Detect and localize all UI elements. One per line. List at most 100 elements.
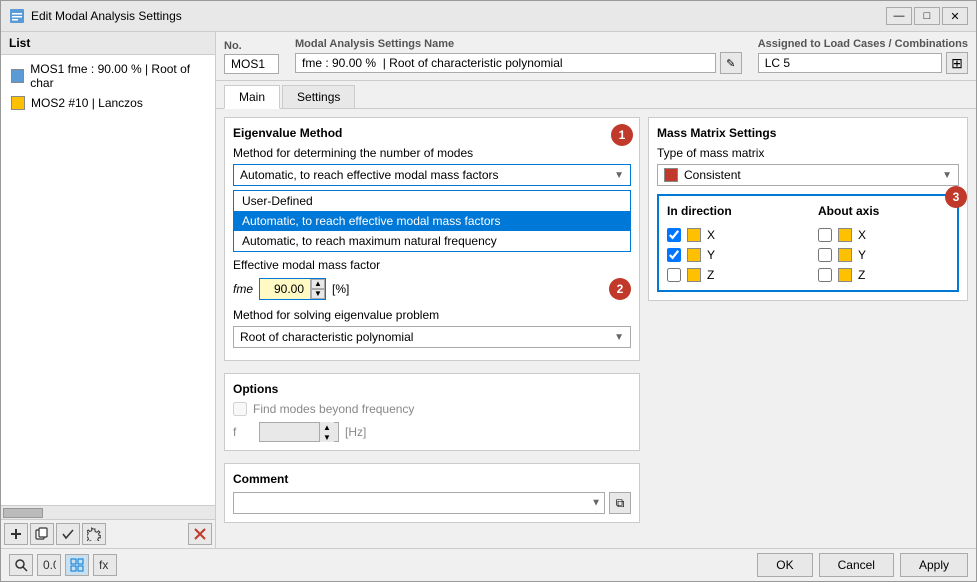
- eigenvalue-section: Eigenvalue Method 1 Method for determini…: [224, 117, 640, 361]
- direction-y-checkbox[interactable]: [667, 248, 681, 262]
- assigned-grid-button[interactable]: ⊞: [946, 52, 968, 74]
- options-title: Options: [233, 382, 631, 396]
- edit-name-button[interactable]: ✎: [720, 52, 742, 74]
- mass-type-dropdown[interactable]: Consistent ▼: [657, 164, 959, 186]
- dropdown-item[interactable]: Automatic, to reach maximum natural freq…: [234, 231, 630, 251]
- apply-button[interactable]: Apply: [900, 553, 968, 577]
- grid-button[interactable]: [65, 554, 89, 576]
- titlebar: Edit Modal Analysis Settings — □ ✕: [1, 1, 976, 32]
- direction-z-row: Z: [667, 268, 798, 282]
- badge-3: 3: [945, 186, 967, 208]
- name-label: Modal Analysis Settings Name: [295, 38, 742, 50]
- options-section: Options Find modes beyond frequency f ▲: [224, 373, 640, 451]
- fme-section: Effective modal mass factor fme 90.00 ▲ …: [233, 258, 631, 300]
- list-items: MOS1 fme : 90.00 % | Root of char MOS2 #…: [1, 55, 215, 284]
- frequency-input[interactable]: ▲ ▼: [259, 422, 339, 442]
- window-controls: — □ ✕: [886, 7, 968, 25]
- chevron-down-icon: ▼: [614, 170, 624, 181]
- add-button[interactable]: [4, 523, 28, 545]
- main-window: Edit Modal Analysis Settings — □ ✕ List …: [0, 0, 977, 582]
- freq-down-button[interactable]: ▼: [320, 432, 334, 442]
- no-label: No.: [224, 40, 279, 52]
- comment-input[interactable]: [233, 492, 605, 514]
- fme-label: fme: [233, 282, 253, 296]
- axis-x-label: X: [858, 228, 866, 242]
- cancel-button[interactable]: Cancel: [819, 553, 894, 577]
- right-panel: No. MOS1 Modal Analysis Settings Name ✎ …: [216, 32, 976, 548]
- find-modes-checkbox[interactable]: [233, 402, 247, 416]
- mass-matrix-section: Mass Matrix Settings Type of mass matrix…: [648, 117, 968, 301]
- minimize-button[interactable]: —: [886, 7, 912, 25]
- delete-button[interactable]: [188, 523, 212, 545]
- fme-unit: [%]: [332, 282, 349, 296]
- assigned-field-row: ⊞: [758, 52, 968, 74]
- eigenvalue-title: Eigenvalue Method: [233, 126, 631, 140]
- in-direction-header: In direction: [667, 204, 798, 218]
- maximize-button[interactable]: □: [914, 7, 940, 25]
- dialog-buttons: OK Cancel Apply: [757, 553, 968, 577]
- list-item[interactable]: MOS1 fme : 90.00 % | Root of char: [5, 59, 211, 93]
- comment-input-wrapper: ▼: [233, 492, 605, 514]
- fme-up-button[interactable]: ▲: [311, 279, 325, 289]
- about-axis-col: About axis X Y: [818, 204, 949, 282]
- direction-x-checkbox[interactable]: [667, 228, 681, 242]
- assigned-label: Assigned to Load Cases / Combinations: [758, 38, 968, 50]
- dropdown-item[interactable]: User-Defined: [234, 191, 630, 211]
- freq-up-button[interactable]: ▲: [320, 422, 334, 432]
- comment-row: ▼ ⧉: [233, 492, 631, 514]
- axis-z-checkbox[interactable]: [818, 268, 832, 282]
- number-button[interactable]: 0.00: [37, 554, 61, 576]
- method-label: Method for determining the number of mod…: [233, 146, 631, 160]
- settings-button[interactable]: [82, 523, 106, 545]
- scrollbar-thumb[interactable]: [3, 508, 43, 518]
- consistent-color: [664, 168, 678, 182]
- horizontal-scrollbar[interactable]: [1, 505, 215, 519]
- duplicate-button[interactable]: [30, 523, 54, 545]
- solving-dropdown[interactable]: Root of characteristic polynomial ▼: [233, 326, 631, 348]
- axis-y-label: Y: [858, 248, 866, 262]
- fme-row: fme 90.00 ▲ ▼ [%] 2: [233, 278, 631, 300]
- svg-text:0.00: 0.00: [43, 558, 56, 572]
- ok-button[interactable]: OK: [757, 553, 812, 577]
- check-button[interactable]: [56, 523, 80, 545]
- type-label: Type of mass matrix: [657, 146, 959, 160]
- consistent-row: Consistent: [664, 168, 741, 182]
- no-group: No. MOS1: [224, 40, 279, 74]
- top-info: No. MOS1 Modal Analysis Settings Name ✎ …: [216, 32, 976, 81]
- formula-button[interactable]: fx: [93, 554, 117, 576]
- main-content: List MOS1 fme : 90.00 % | Root of char M…: [1, 32, 976, 548]
- direction-z-checkbox[interactable]: [667, 268, 681, 282]
- chevron-down-icon: ▼: [614, 332, 624, 343]
- assigned-input[interactable]: [758, 53, 942, 73]
- method-dropdown[interactable]: Automatic, to reach effective modal mass…: [233, 164, 631, 186]
- fme-down-button[interactable]: ▼: [311, 289, 325, 299]
- axis-x-checkbox[interactable]: [818, 228, 832, 242]
- name-input[interactable]: [295, 53, 716, 73]
- copy-icon: ⧉: [616, 496, 625, 511]
- tab-main[interactable]: Main: [224, 85, 280, 109]
- mass-matrix-title: Mass Matrix Settings: [657, 126, 959, 140]
- name-field-row: ✎: [295, 52, 742, 74]
- list-toolbar: [1, 519, 215, 548]
- list-item[interactable]: MOS2 #10 | Lanczos: [5, 93, 211, 113]
- find-modes-row: Find modes beyond frequency: [233, 402, 631, 416]
- axis-x-row: X: [818, 228, 949, 242]
- axis-x-color: [838, 228, 852, 242]
- tabs: Main Settings: [216, 81, 976, 109]
- method-dropdown-list: User-Defined Automatic, to reach effecti…: [233, 190, 631, 252]
- name-group: Modal Analysis Settings Name ✎: [295, 38, 742, 74]
- solving-dropdown-value: Root of characteristic polynomial: [240, 330, 413, 344]
- list-item-label: MOS1 fme : 90.00 % | Root of char: [30, 62, 205, 90]
- search-button[interactable]: [9, 554, 33, 576]
- comment-copy-button[interactable]: ⧉: [609, 492, 631, 514]
- close-button[interactable]: ✕: [942, 7, 968, 25]
- axis-y-checkbox[interactable]: [818, 248, 832, 262]
- direction-y-label: Y: [707, 248, 715, 262]
- bottom-left-tools: 0.00 fx: [9, 554, 117, 576]
- dropdown-item[interactable]: Automatic, to reach effective modal mass…: [234, 211, 630, 231]
- comment-section: Comment ▼ ⧉: [224, 463, 640, 523]
- fme-input-container: 90.00 ▲ ▼: [259, 278, 326, 300]
- list-header: List: [1, 32, 215, 55]
- direction-box: 3 In direction X: [657, 194, 959, 292]
- tab-settings[interactable]: Settings: [282, 85, 355, 108]
